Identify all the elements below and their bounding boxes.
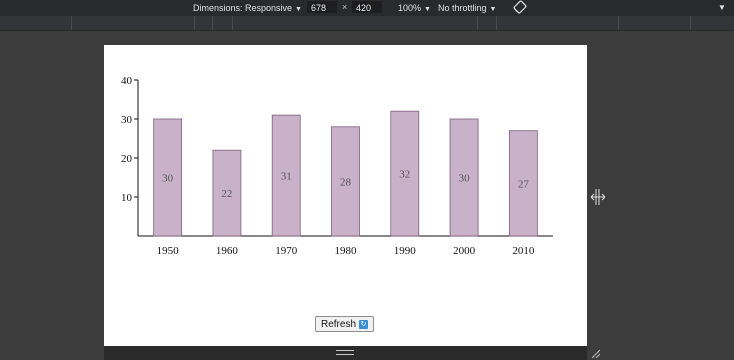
ruler-segment[interactable] <box>618 16 619 30</box>
y-tick-label: 20 <box>121 153 133 165</box>
x-tick-label: 2010 <box>512 245 535 257</box>
height-input[interactable]: 420 <box>352 1 382 13</box>
y-tick-label: 30 <box>121 114 133 126</box>
ruler-segment[interactable] <box>477 16 478 30</box>
bar-value-label: 27 <box>518 178 530 190</box>
x-tick-label: 2000 <box>453 245 476 257</box>
corner-resize-icon[interactable] <box>590 348 600 358</box>
bar-chart: 10 20 30 40 30 1950 22 1960 31 1970 28 1980 32 1990 30… <box>121 75 553 257</box>
x-tick-label: 1980 <box>335 245 358 257</box>
refresh-label: Refresh <box>320 318 356 330</box>
x-tick-label: 1950 <box>157 245 180 257</box>
media-query-bar[interactable] <box>0 16 734 31</box>
times-separator: × <box>342 2 348 12</box>
bar-value-label: 28 <box>340 176 352 188</box>
zoom-label: 100% <box>398 3 422 13</box>
bar-value-label: 32 <box>399 169 410 181</box>
bar-value-label: 22 <box>221 188 232 200</box>
more-options-icon[interactable]: ▼ <box>718 3 726 12</box>
device-toolbar: Dimensions: Responsive ▼ 678 × 420 100% ▼ … <box>0 0 734 16</box>
y-tick-label: 10 <box>121 192 133 204</box>
dimensions-dropdown[interactable]: Dimensions: Responsive ▼ <box>193 2 302 16</box>
ruler-segment[interactable] <box>71 16 72 30</box>
drag-handle-icon[interactable] <box>336 350 354 355</box>
zoom-dropdown[interactable]: 100% ▼ <box>398 2 431 16</box>
ruler-segment[interactable] <box>690 16 691 30</box>
bar-value-label: 30 <box>459 173 471 185</box>
x-tick-label: 1960 <box>216 245 239 257</box>
throttling-dropdown[interactable]: No throttling ▼ <box>438 2 496 16</box>
bottom-resize-bar[interactable] <box>104 346 600 360</box>
ruler-segment[interactable] <box>232 16 233 30</box>
x-tick-label: 1990 <box>394 245 417 257</box>
rotate-icon[interactable] <box>513 0 527 14</box>
resize-handle-icon[interactable] <box>590 188 606 206</box>
ruler-segment[interactable] <box>194 16 195 30</box>
x-tick-label: 1970 <box>275 245 298 257</box>
refresh-icon: ↻ <box>359 319 368 329</box>
bar-value-label: 30 <box>162 173 174 185</box>
caret-down-icon: ▼ <box>424 6 431 13</box>
dimensions-label: Dimensions: Responsive <box>193 3 293 13</box>
bar-value-label: 31 <box>281 171 292 183</box>
ruler-segment[interactable] <box>496 16 497 30</box>
width-input[interactable]: 678 <box>307 1 337 13</box>
ruler-segment[interactable] <box>212 16 213 30</box>
caret-down-icon: ▼ <box>295 6 302 13</box>
caret-down-icon: ▼ <box>489 6 497 13</box>
refresh-button[interactable]: Refresh ↻ <box>315 316 374 332</box>
y-tick-label: 40 <box>121 75 133 87</box>
throttling-label: No throttling <box>438 3 487 13</box>
emulated-page: 10 20 30 40 30 1950 22 1960 31 1970 28 1980 32 1990 30… <box>104 45 587 346</box>
